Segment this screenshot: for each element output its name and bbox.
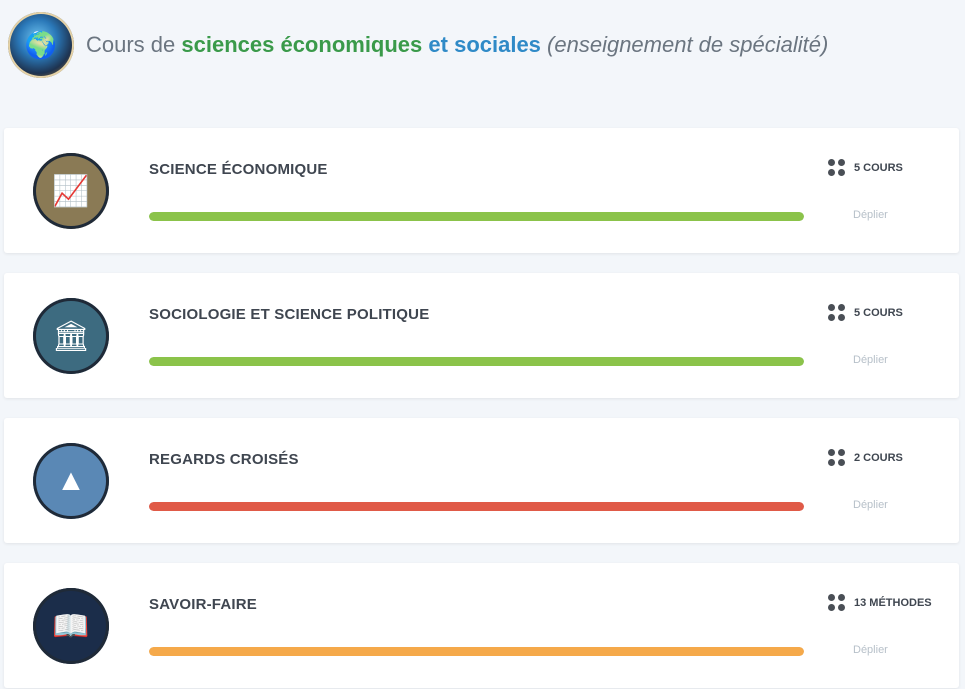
expand-link[interactable]: Déplier (853, 209, 888, 221)
card-title: SOCIOLOGIE ET SCIENCE POLITIQUE (149, 306, 430, 323)
progress-bar-fill (149, 502, 804, 511)
page-header: 🌍 Cours de sciences économiques et socia… (8, 12, 828, 78)
course-count: 13 MÉTHODES (828, 594, 932, 612)
count-label: 2 COURS (854, 452, 903, 464)
expand-link[interactable]: Déplier (853, 644, 888, 656)
progress-bar (149, 502, 804, 511)
course-count: 5 COURS (828, 304, 903, 322)
progress-bar (149, 212, 804, 221)
page-title: Cours de sciences économiques et sociale… (86, 32, 829, 57)
course-card[interactable]: 🏛 SOCIOLOGIE ET SCIENCE POLITIQUE 5 COUR… (4, 273, 959, 398)
count-label: 5 COURS (854, 307, 903, 319)
pyramid-icon: ▲ (33, 443, 109, 519)
grid-dots-icon (828, 449, 846, 467)
count-label: 5 COURS (854, 162, 903, 174)
card-title: REGARDS CROISÉS (149, 451, 299, 468)
progress-bar-fill (149, 212, 804, 221)
france-map-icon: 🏛 (33, 298, 109, 374)
progress-bar-fill (149, 357, 804, 366)
grid-dots-icon (828, 159, 846, 177)
card-title: SCIENCE ÉCONOMIQUE (149, 161, 328, 178)
globe-book-icon: 🌍 (8, 12, 74, 78)
count-label: 13 MÉTHODES (854, 597, 932, 609)
course-card[interactable]: 📖 SAVOIR-FAIRE 13 MÉTHODES Déplier (4, 563, 959, 688)
course-card[interactable]: ▲ REGARDS CROISÉS 2 COURS Déplier (4, 418, 959, 543)
expand-link[interactable]: Déplier (853, 354, 888, 366)
course-count: 2 COURS (828, 449, 903, 467)
finance-icon: 📈 (33, 153, 109, 229)
course-card[interactable]: 📈 SCIENCE ÉCONOMIQUE 5 COURS Déplier (4, 128, 959, 253)
open-book-icon: 📖 (33, 588, 109, 664)
grid-dots-icon (828, 594, 846, 612)
progress-bar (149, 357, 804, 366)
expand-link[interactable]: Déplier (853, 499, 888, 511)
card-title: SAVOIR-FAIRE (149, 596, 257, 613)
progress-bar-fill (149, 647, 804, 656)
course-count: 5 COURS (828, 159, 903, 177)
progress-bar (149, 647, 804, 656)
grid-dots-icon (828, 304, 846, 322)
